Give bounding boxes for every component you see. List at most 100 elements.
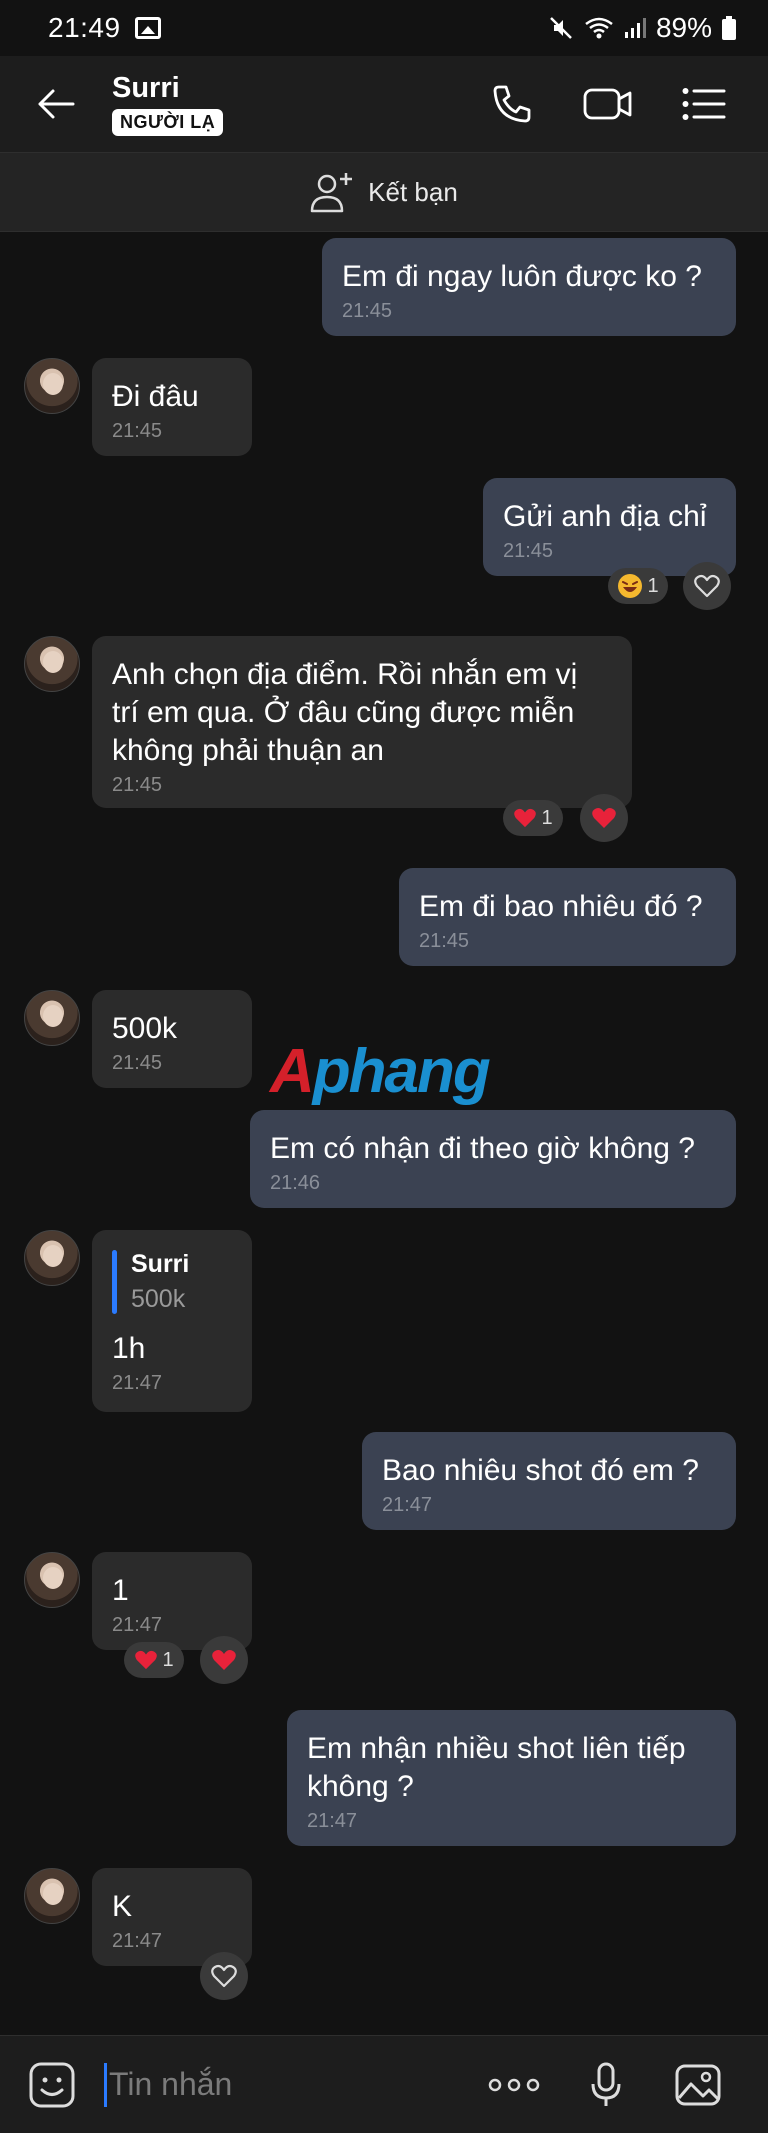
message-time: 21:47 xyxy=(112,1930,163,1952)
battery-icon xyxy=(722,16,736,40)
message-time: 21:45 xyxy=(112,774,163,796)
reaction-summary[interactable]: 1 xyxy=(608,568,668,604)
message-bubble-in[interactable]: K 21:47 xyxy=(92,1868,252,1966)
wifi-icon xyxy=(585,17,613,39)
avatar[interactable] xyxy=(24,1230,80,1286)
message-bubble-out[interactable]: Em đi ngay luôn được ko ? 21:45 xyxy=(322,238,736,336)
status-bar: 21:49 89% xyxy=(0,0,768,56)
heart-emoji-icon xyxy=(514,808,537,828)
image-icon xyxy=(675,2064,721,2105)
gallery-button[interactable] xyxy=(652,2039,744,2131)
message-time: 21:45 xyxy=(112,1052,163,1074)
message-bubble-in[interactable]: 500k 21:45 xyxy=(92,990,252,1088)
message-text: Em nhận nhiều shot liên tiếp không ? xyxy=(307,1732,686,1803)
quote-text: 500k xyxy=(131,1285,186,1313)
text-caret xyxy=(104,2062,107,2107)
video-call-button[interactable] xyxy=(560,56,656,152)
heart-emoji-icon xyxy=(135,1650,158,1670)
heart-filled-icon xyxy=(212,1650,236,1670)
message-bubble-out[interactable]: Em nhận nhiều shot liên tiếp không ? 21:… xyxy=(287,1710,736,1846)
microphone-icon xyxy=(591,2062,621,2106)
contact-name: Surri xyxy=(112,72,180,104)
message-time: 21:47 xyxy=(112,1614,163,1636)
more-dots-icon xyxy=(488,2078,540,2091)
message-bubble-in[interactable]: Surri 500k 1h 21:47 xyxy=(92,1230,252,1412)
message-text: Bao nhiêu shot đó em ? xyxy=(382,1454,699,1487)
heart-filled-icon xyxy=(592,808,616,828)
message-bubble-in[interactable]: 1 21:47 xyxy=(92,1552,252,1650)
status-time: 21:49 xyxy=(48,12,121,43)
more-options-button[interactable] xyxy=(468,2039,560,2131)
message-text: 1 xyxy=(112,1574,129,1607)
message-placeholder: Tin nhắn xyxy=(109,2066,233,2102)
video-camera-icon xyxy=(583,88,632,120)
message-text: Em đi ngay luôn được ko ? xyxy=(342,260,702,293)
image-notification-icon xyxy=(134,17,161,39)
message-composer: Tin nhắn xyxy=(0,2035,768,2133)
heart-outline-icon xyxy=(694,574,720,598)
message-text: Em có nhận đi theo giờ không ? xyxy=(270,1132,695,1165)
reaction-summary[interactable]: 1 xyxy=(503,800,563,836)
status-icons: 89% xyxy=(548,12,736,44)
message-time: 21:45 xyxy=(503,540,554,562)
quote-accent-bar xyxy=(112,1250,117,1314)
add-friend-label: Kết bạn xyxy=(368,176,458,207)
message-time: 21:47 xyxy=(307,1810,358,1832)
react-button[interactable] xyxy=(683,562,731,610)
reaction-count: 1 xyxy=(541,806,553,829)
heart-outline-icon xyxy=(211,1964,237,1988)
voice-call-button[interactable] xyxy=(464,56,560,152)
sticker-icon xyxy=(29,2062,75,2107)
avatar[interactable] xyxy=(24,1868,80,1924)
quote-author: Surri xyxy=(131,1250,190,1278)
message-text: 500k xyxy=(112,1012,178,1045)
voice-message-button[interactable] xyxy=(560,2039,652,2131)
avatar[interactable] xyxy=(24,1552,80,1608)
add-person-icon xyxy=(310,173,353,213)
message-bubble-out[interactable]: Em có nhận đi theo giờ không ? 21:46 xyxy=(250,1110,736,1208)
reaction-count: 1 xyxy=(162,1648,174,1671)
message-text: Anh chọn địa điểm. Rồi nhắn em vị trí em… xyxy=(112,658,578,767)
contact-title[interactable]: Surri NGƯỜI LẠ xyxy=(112,72,224,136)
laugh-emoji-icon xyxy=(618,574,643,598)
message-text: 1h xyxy=(112,1332,146,1365)
reaction-count: 1 xyxy=(647,574,659,597)
quoted-message[interactable]: Surri 500k xyxy=(112,1250,232,1314)
message-text: Em đi bao nhiêu đó ? xyxy=(419,890,703,923)
react-button[interactable] xyxy=(580,794,628,842)
message-time: 21:45 xyxy=(419,930,470,952)
avatar[interactable] xyxy=(24,990,80,1046)
stranger-badge: NGƯỜI LẠ xyxy=(112,109,224,136)
avatar[interactable] xyxy=(24,636,80,692)
reaction-summary[interactable]: 1 xyxy=(124,1642,184,1678)
header-actions xyxy=(464,56,768,152)
list-menu-icon xyxy=(682,88,726,120)
avatar[interactable] xyxy=(24,358,80,414)
react-button[interactable] xyxy=(200,1636,248,1684)
chat-header: Surri NGƯỜI LẠ xyxy=(0,56,768,152)
message-bubble-out[interactable]: Em đi bao nhiêu đó ? 21:45 xyxy=(399,868,736,966)
phone-icon xyxy=(493,85,531,123)
message-bubble-out[interactable]: Bao nhiêu shot đó em ? 21:47 xyxy=(362,1432,736,1530)
react-button[interactable] xyxy=(200,1952,248,2000)
message-bubble-in[interactable]: Đi đâu 21:45 xyxy=(92,358,252,456)
message-text: Gửi anh địa chỉ xyxy=(503,500,707,533)
message-bubble-in[interactable]: Anh chọn địa điểm. Rồi nhắn em vị trí em… xyxy=(92,636,632,808)
message-input[interactable]: Tin nhắn xyxy=(104,2062,468,2107)
add-friend-button[interactable]: Kết bạn xyxy=(0,152,768,232)
watermark-logo: Aphang xyxy=(270,1037,491,1106)
back-button[interactable] xyxy=(0,56,112,152)
menu-button[interactable] xyxy=(656,56,752,152)
signal-icon xyxy=(624,18,646,38)
message-time: 21:47 xyxy=(112,1372,163,1394)
battery-level: 89% xyxy=(655,12,712,43)
arrow-left-icon xyxy=(38,89,75,119)
message-text: Đi đâu xyxy=(112,380,199,413)
message-bubble-out[interactable]: Gửi anh địa chỉ 21:45 xyxy=(483,478,736,576)
message-time: 21:47 xyxy=(382,1494,433,1516)
message-time: 21:45 xyxy=(342,300,393,322)
message-time: 21:46 xyxy=(270,1172,321,1194)
message-text: K xyxy=(112,1890,133,1923)
mute-icon xyxy=(550,17,572,39)
sticker-button[interactable] xyxy=(24,2039,80,2131)
